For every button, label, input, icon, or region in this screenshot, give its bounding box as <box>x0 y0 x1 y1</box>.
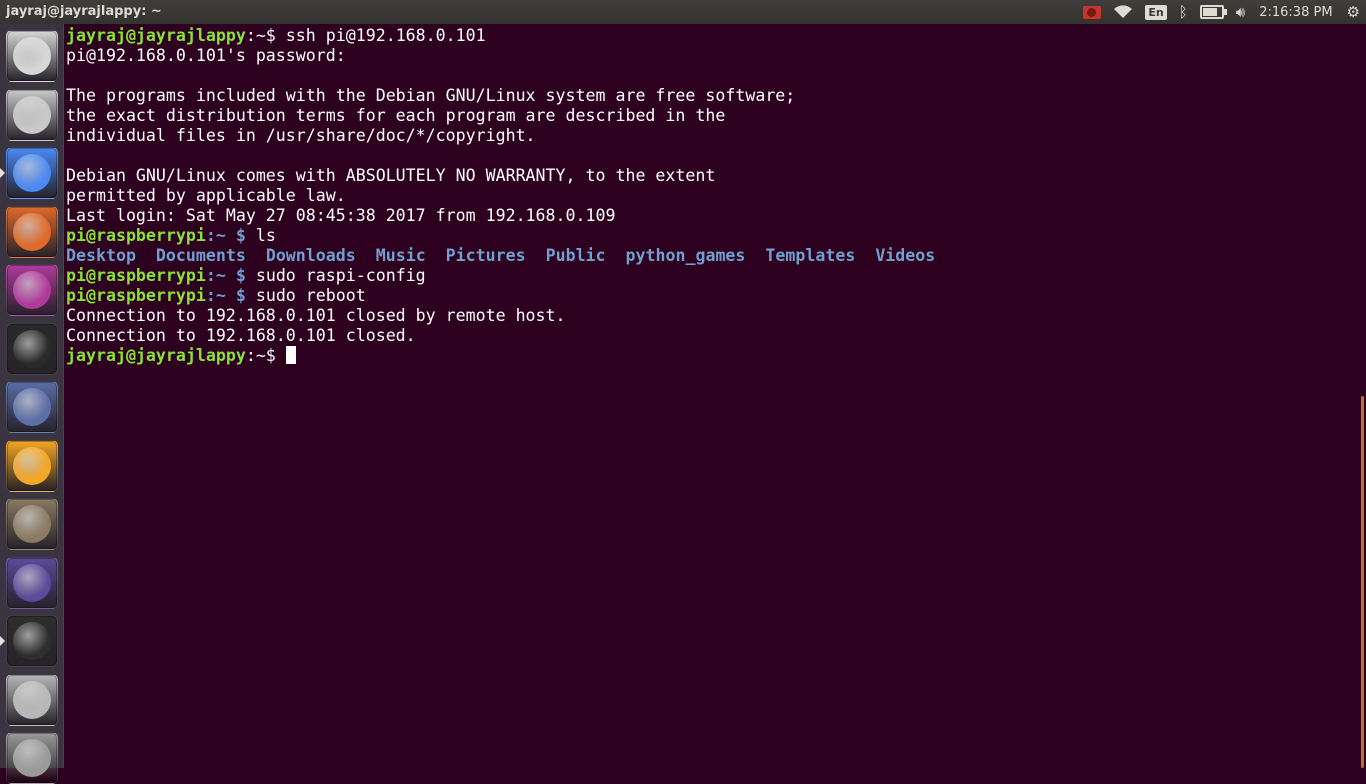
record-icon <box>1083 5 1102 19</box>
command-text: ls <box>245 226 276 245</box>
launcher-item[interactable] <box>6 615 58 667</box>
terminal-line: permitted by applicable law. <box>66 186 346 205</box>
terminal-scrollbar[interactable] <box>1361 396 1364 768</box>
prompt-user: pi@raspberrypi <box>66 266 206 285</box>
command-text: sudo reboot <box>245 286 366 305</box>
launcher-item[interactable] <box>6 205 58 258</box>
keyboard-layout-label: En <box>1145 4 1167 20</box>
sound-indicator[interactable]: 🔊︎ <box>1230 0 1251 24</box>
battery-indicator[interactable] <box>1194 0 1230 24</box>
bluetooth-indicator[interactable]: ᛒ <box>1173 0 1194 24</box>
battery-level <box>1202 8 1217 16</box>
volume-icon: 🔊︎ <box>1235 3 1246 21</box>
software-center-icon <box>13 212 51 251</box>
terminal-line: The programs included with the Debian GN… <box>66 86 796 105</box>
keyboard-layout-indicator[interactable]: En <box>1139 0 1172 24</box>
terminal-line: the exact distribution terms for each pr… <box>66 106 726 125</box>
terminal-line: pi@raspberrypi:~ $ sudo reboot <box>66 286 1356 306</box>
prompt-user: jayraj@jayrajlappy <box>66 26 246 45</box>
launcher-item[interactable] <box>6 732 58 784</box>
media-player-icon <box>13 271 51 309</box>
command-text: sudo raspi-config <box>245 266 426 285</box>
ls-output: Desktop Documents Downloads Music Pictur… <box>66 246 1356 266</box>
prompt-path: :~ $ <box>205 266 246 285</box>
terminal-line: Debian GNU/Linux comes with ABSOLUTELY N… <box>66 166 716 185</box>
directory-entry: Documents <box>155 246 246 265</box>
wifi-icon <box>1114 5 1133 19</box>
system-tray: En ᛒ 🔊︎ 2:16:38 PM ⚙ <box>1077 0 1366 24</box>
launcher-item[interactable] <box>6 673 58 726</box>
directory-entry: Public <box>545 246 606 265</box>
directory-entry: Downloads <box>265 246 356 265</box>
launcher-item[interactable] <box>6 322 58 375</box>
prompt-user: pi@raspberrypi <box>66 286 206 305</box>
prompt-path: :~ $ <box>205 226 246 245</box>
command-text: ssh pi@192.168.0.101 <box>275 26 486 45</box>
prompt-path: :~$ <box>245 346 276 365</box>
inkscape-icon <box>13 329 51 368</box>
directory-entry: Pictures <box>445 246 526 265</box>
disk-icon <box>13 680 51 719</box>
launcher <box>0 24 64 784</box>
running-app-indicator <box>0 168 5 178</box>
prompt-path: :~ $ <box>205 286 246 305</box>
top-panel: jayraj@jayrajlappy: ~ En ᛒ 🔊︎ 2:16:38 PM… <box>0 0 1366 24</box>
directory-entry: python_games <box>625 246 746 265</box>
directory-entry: Videos <box>875 246 936 265</box>
files-icon <box>13 95 51 134</box>
terminal-icon <box>13 622 51 660</box>
gimp-icon <box>13 505 51 543</box>
terminal-line: jayraj@jayrajlappy:~$ <box>66 346 1356 366</box>
command-text <box>276 346 286 365</box>
clock[interactable]: 2:16:38 PM <box>1251 0 1340 24</box>
terminal-line: jayraj@jayrajlappy:~$ ssh pi@192.168.0.1… <box>66 26 1356 46</box>
bluetooth-icon: ᛒ <box>1178 3 1188 21</box>
launcher-item[interactable] <box>6 88 58 141</box>
ubuntu-dash-icon <box>13 37 51 75</box>
launcher-item[interactable] <box>6 439 58 492</box>
launcher-item[interactable] <box>6 147 58 199</box>
record-indicator[interactable] <box>1077 0 1107 24</box>
battery-icon <box>1199 5 1227 19</box>
power-gear-icon: ⚙ <box>1346 3 1360 21</box>
directory-entry: Desktop <box>66 246 136 265</box>
launcher-item[interactable] <box>6 264 58 316</box>
directory-entry: Music <box>375 246 426 265</box>
terminal-line: Connection to 192.168.0.101 closed. <box>66 326 416 345</box>
terminal-line: pi@192.168.0.101's password: <box>66 46 346 65</box>
eclipse-icon <box>13 563 51 602</box>
terminal-output[interactable]: jayraj@jayrajlappy:~$ ssh pi@192.168.0.1… <box>66 26 1356 768</box>
prompt-user: jayraj@jayrajlappy <box>66 346 246 365</box>
audacity-icon <box>13 446 51 485</box>
text-cursor <box>285 346 296 364</box>
terminal-line: Connection to 192.168.0.101 closed by re… <box>66 306 566 325</box>
launcher-item[interactable] <box>6 30 58 82</box>
terminal-line: Last login: Sat May 27 08:45:38 2017 fro… <box>66 206 616 225</box>
launcher-item[interactable] <box>6 381 58 433</box>
terminal-line: individual files in /usr/share/doc/*/cop… <box>66 126 536 145</box>
prompt-user: pi@raspberrypi <box>66 226 206 245</box>
launcher-item[interactable] <box>6 498 58 550</box>
chrome-icon <box>13 154 51 192</box>
terminal-line: pi@raspberrypi:~ $ ls <box>66 226 1356 246</box>
directory-entry: Templates <box>765 246 856 265</box>
terminal-line: pi@raspberrypi:~ $ sudo raspi-config <box>66 266 1356 286</box>
running-app-indicator <box>0 636 5 646</box>
network-indicator[interactable] <box>1107 0 1139 24</box>
window-title: jayraj@jayrajlappy: ~ <box>6 4 162 19</box>
session-indicator[interactable]: ⚙ <box>1341 0 1366 24</box>
scanner-icon <box>13 739 51 777</box>
pen-tool-icon <box>13 388 51 426</box>
prompt-path: :~$ <box>245 26 276 45</box>
launcher-item[interactable] <box>6 556 58 609</box>
